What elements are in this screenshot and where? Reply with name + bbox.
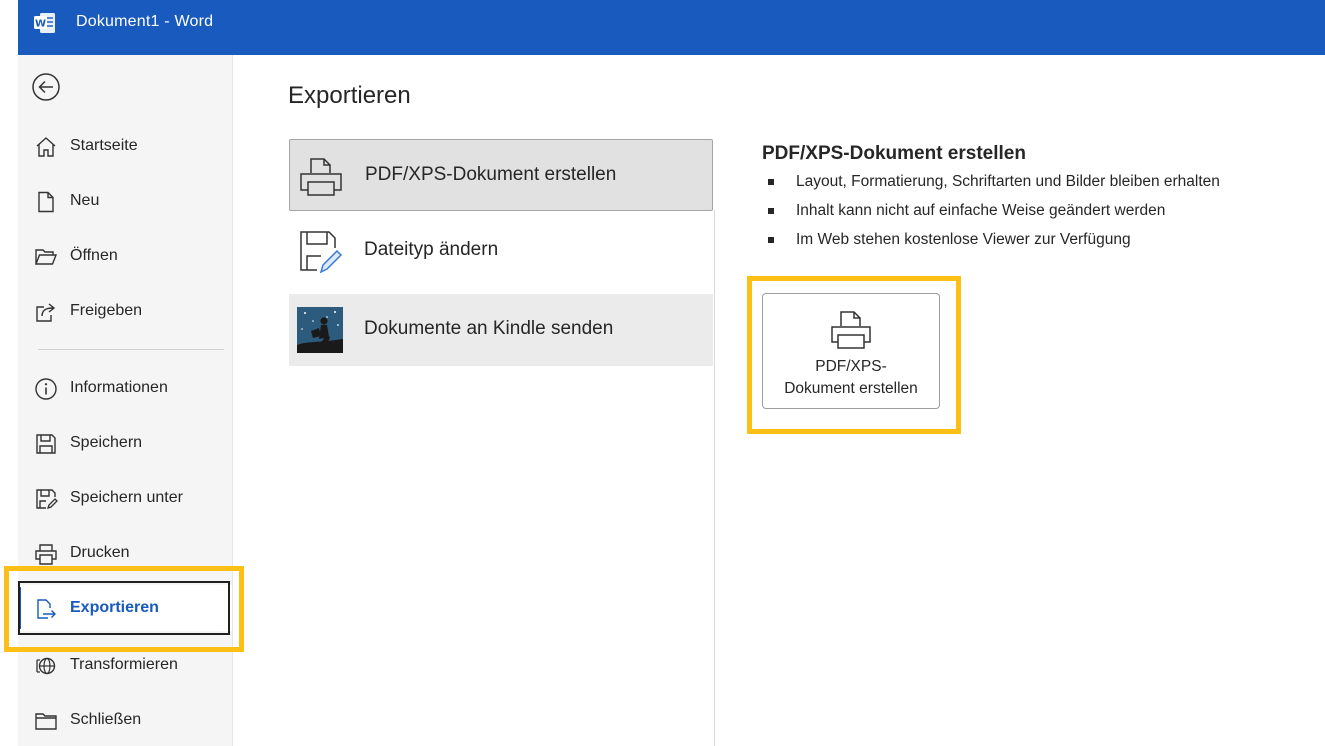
- sidebar-item-speichern[interactable]: Speichern: [18, 420, 232, 466]
- sidebar-item-label: Transformieren: [70, 656, 178, 673]
- title-bar: W Dokument1 - Word: [18, 0, 1325, 55]
- sidebar-item-label: Speichern unter: [70, 489, 183, 506]
- sidebar-item-oeffnen[interactable]: Öffnen: [18, 233, 232, 279]
- kindle-icon: [297, 307, 343, 353]
- svg-text:W: W: [35, 19, 46, 30]
- transform-icon: [36, 657, 56, 675]
- sidebar-item-label: Exportieren: [70, 599, 159, 616]
- word-app-icon: W: [34, 13, 55, 33]
- folder-open-icon: [34, 249, 58, 265]
- info-icon: [35, 378, 57, 400]
- pdf-xps-icon: [831, 311, 871, 349]
- sidebar-item-drucken[interactable]: Drucken: [18, 530, 232, 576]
- export-option-change-filetype[interactable]: Dateityp ändern: [289, 215, 713, 287]
- export-option-pdf-xps[interactable]: PDF/XPS-Dokument erstellen: [289, 139, 713, 211]
- sidebar-item-startseite[interactable]: Startseite: [18, 123, 232, 169]
- home-icon: [36, 137, 56, 157]
- save-as-icon: [36, 489, 58, 510]
- panel-divider: [714, 210, 715, 746]
- sidebar-item-label: Öffnen: [70, 247, 118, 264]
- new-document-icon: [38, 191, 54, 213]
- backstage-sidebar: Startseite Neu Öffnen Freigeben Informat…: [18, 55, 233, 746]
- export-option-label: PDF/XPS-Dokument erstellen: [365, 164, 617, 185]
- sidebar-item-label: Startseite: [70, 137, 138, 154]
- sidebar-item-exportieren[interactable]: Exportieren: [18, 585, 232, 631]
- sidebar-item-label: Drucken: [70, 544, 130, 561]
- sidebar-item-freigeben[interactable]: Freigeben: [18, 288, 232, 334]
- sidebar-item-neu[interactable]: Neu: [18, 178, 232, 224]
- sidebar-item-informationen[interactable]: Informationen: [18, 365, 232, 411]
- sidebar-item-transformieren[interactable]: Transformieren: [18, 642, 232, 688]
- sidebar-item-label: Informationen: [70, 379, 168, 396]
- detail-bullet-list: Layout, Formatierung, Schriftarten und B…: [768, 173, 1220, 260]
- detail-bullet: Im Web stehen kostenlose Viewer zur Verf…: [768, 231, 1220, 260]
- sidebar-item-label: Neu: [70, 192, 100, 209]
- sidebar-item-schliessen[interactable]: Schließen: [18, 697, 232, 743]
- detail-bullet: Layout, Formatierung, Schriftarten und B…: [768, 173, 1220, 202]
- change-filetype-icon: [300, 231, 343, 274]
- close-folder-icon: [35, 713, 57, 730]
- back-arrow-icon[interactable]: [30, 71, 62, 103]
- window-title: Dokument1 - Word: [76, 13, 214, 30]
- sidebar-item-label: Speichern: [70, 434, 143, 451]
- detail-bullet: Inhalt kann nicht auf einfache Weise geä…: [768, 202, 1220, 231]
- export-option-label: Dokumente an Kindle senden: [364, 318, 614, 339]
- export-option-label: Dateityp ändern: [364, 239, 499, 260]
- sidebar-divider: [38, 349, 224, 350]
- share-icon: [36, 303, 56, 322]
- sidebar-item-speichern-unter[interactable]: Speichern unter: [18, 475, 232, 521]
- sidebar-item-label: Freigeben: [70, 302, 143, 319]
- detail-title: PDF/XPS-Dokument erstellen: [762, 143, 1026, 164]
- create-pdf-xps-button[interactable]: PDF/XPS- Dokument erstellen: [762, 293, 940, 409]
- export-option-kindle[interactable]: Dokumente an Kindle senden: [289, 294, 713, 366]
- page-title: Exportieren: [288, 82, 411, 109]
- create-pdf-xps-label: PDF/XPS- Dokument erstellen: [784, 358, 918, 397]
- pdf-xps-icon: [300, 158, 342, 196]
- printer-icon: [35, 544, 57, 565]
- save-icon: [36, 434, 56, 454]
- export-icon: [37, 599, 56, 619]
- sidebar-item-label: Schließen: [70, 711, 142, 728]
